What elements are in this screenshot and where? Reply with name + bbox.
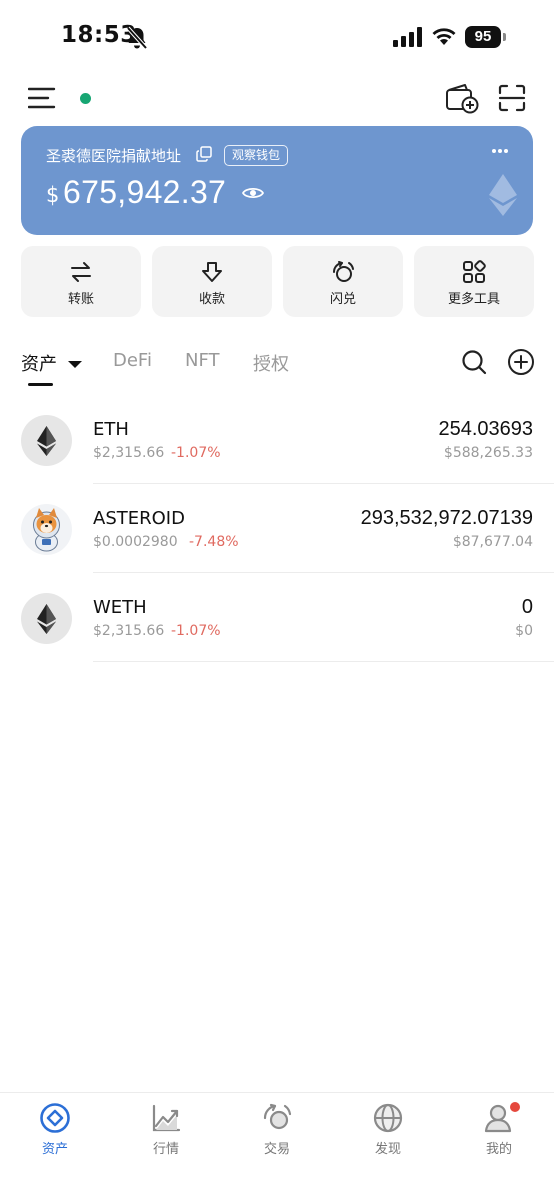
token-amount: 254.03693 (438, 418, 533, 440)
copy-icon[interactable] (196, 146, 212, 162)
row-divider (93, 661, 554, 662)
token-symbol: ASTEROID (93, 508, 185, 529)
search-icon[interactable] (461, 349, 487, 375)
token-row-asteroid[interactable]: ASTEROID $0.0002980 -7.48% 293,532,972.0… (0, 504, 554, 593)
add-token-icon[interactable] (507, 348, 535, 376)
wifi-icon (432, 28, 456, 45)
wallet-card[interactable]: 圣裘德医院捐献地址 观察钱包 $ 675,942.37 (21, 126, 533, 235)
active-tab-indicator (28, 383, 53, 386)
top-bar (0, 74, 554, 124)
token-value: $87,677.04 (452, 534, 533, 550)
watch-wallet-badge: 观察钱包 (224, 145, 289, 166)
token-price: $2,315.66 (93, 445, 165, 461)
eth-watermark-icon (489, 174, 517, 216)
caret-down-icon[interactable] (68, 360, 82, 369)
currency-symbol: $ (46, 183, 60, 207)
menu-icon[interactable] (28, 86, 56, 110)
notification-badge (510, 1102, 520, 1112)
battery-icon: 95 (465, 26, 507, 48)
token-symbol: WETH (93, 597, 147, 618)
bell-muted-icon (126, 26, 148, 50)
token-row-eth[interactable]: ETH $2,315.66 -1.07% 254.03693 $588,265.… (0, 415, 554, 504)
token-row-weth[interactable]: WETH $2,315.66 -1.07% 0 $0 (0, 593, 554, 682)
token-amount: 293,532,972.07139 (360, 507, 533, 529)
tab-assets[interactable]: 资产 (21, 350, 57, 376)
row-divider (93, 483, 554, 484)
nav-label: 我的 (485, 1142, 512, 1157)
swap-button[interactable]: 闪兑 (283, 246, 403, 317)
receive-button[interactable]: 收款 (152, 246, 272, 317)
tools-grid-icon (463, 260, 486, 283)
discover-globe-icon (373, 1103, 403, 1133)
receive-label: 收款 (198, 292, 225, 307)
more-tools-button[interactable]: 更多工具 (414, 246, 534, 317)
swap-icon (332, 261, 354, 282)
wallet-balance: 675,942.37 (63, 174, 227, 210)
transfer-button[interactable]: 转账 (21, 246, 141, 317)
transfer-icon (71, 262, 91, 282)
nav-assets[interactable]: 资产 (0, 1093, 110, 1163)
row-divider (93, 572, 554, 573)
token-amount: 0 (521, 596, 533, 618)
assets-icon (40, 1103, 70, 1133)
eye-icon[interactable] (242, 185, 264, 201)
eth-logo-icon (21, 415, 72, 466)
battery-level: 95 (465, 26, 501, 48)
online-status-dot (80, 93, 91, 104)
token-value: $0 (515, 623, 533, 639)
market-icon (152, 1104, 181, 1132)
trade-icon (263, 1103, 292, 1130)
scan-icon[interactable] (498, 84, 526, 112)
token-price: $2,315.66 (93, 623, 165, 639)
nav-trade[interactable]: 交易 (222, 1093, 332, 1163)
nav-discover[interactable]: 发现 (333, 1093, 443, 1163)
signal-icon (393, 27, 422, 47)
nav-label: 行情 (152, 1142, 179, 1157)
token-change: -7.48% (189, 534, 239, 550)
wallet-name: 圣裘德医院捐献地址 (46, 147, 182, 165)
token-price: $0.0002980 (93, 534, 178, 550)
wallet-add-icon[interactable] (445, 82, 479, 114)
token-change: -1.07% (171, 623, 221, 639)
transfer-label: 转账 (67, 292, 94, 307)
eth-logo-icon (21, 593, 72, 644)
nav-market[interactable]: 行情 (111, 1093, 221, 1163)
receive-icon (202, 262, 222, 282)
more-options-icon[interactable] (491, 148, 509, 154)
tab-defi[interactable]: DeFi (113, 350, 152, 371)
status-bar: 18:53 95 (0, 0, 554, 74)
swap-label: 闪兑 (329, 292, 356, 307)
nav-label: 资产 (41, 1142, 68, 1157)
bottom-nav: 资产 行情 交易 发现 我的 (0, 1092, 554, 1199)
token-change: -1.07% (171, 445, 221, 461)
shiba-astronaut-icon (21, 504, 72, 555)
nav-label: 交易 (263, 1142, 290, 1157)
asset-tabs: 资产 DeFi NFT 授权 (0, 340, 554, 390)
more-tools-label: 更多工具 (447, 292, 500, 307)
nav-label: 发现 (374, 1142, 401, 1157)
token-value: $588,265.33 (443, 445, 533, 461)
token-symbol: ETH (93, 419, 129, 440)
tab-authorization[interactable]: 授权 (253, 350, 289, 376)
tab-nft[interactable]: NFT (185, 350, 220, 371)
nav-profile[interactable]: 我的 (444, 1093, 554, 1163)
